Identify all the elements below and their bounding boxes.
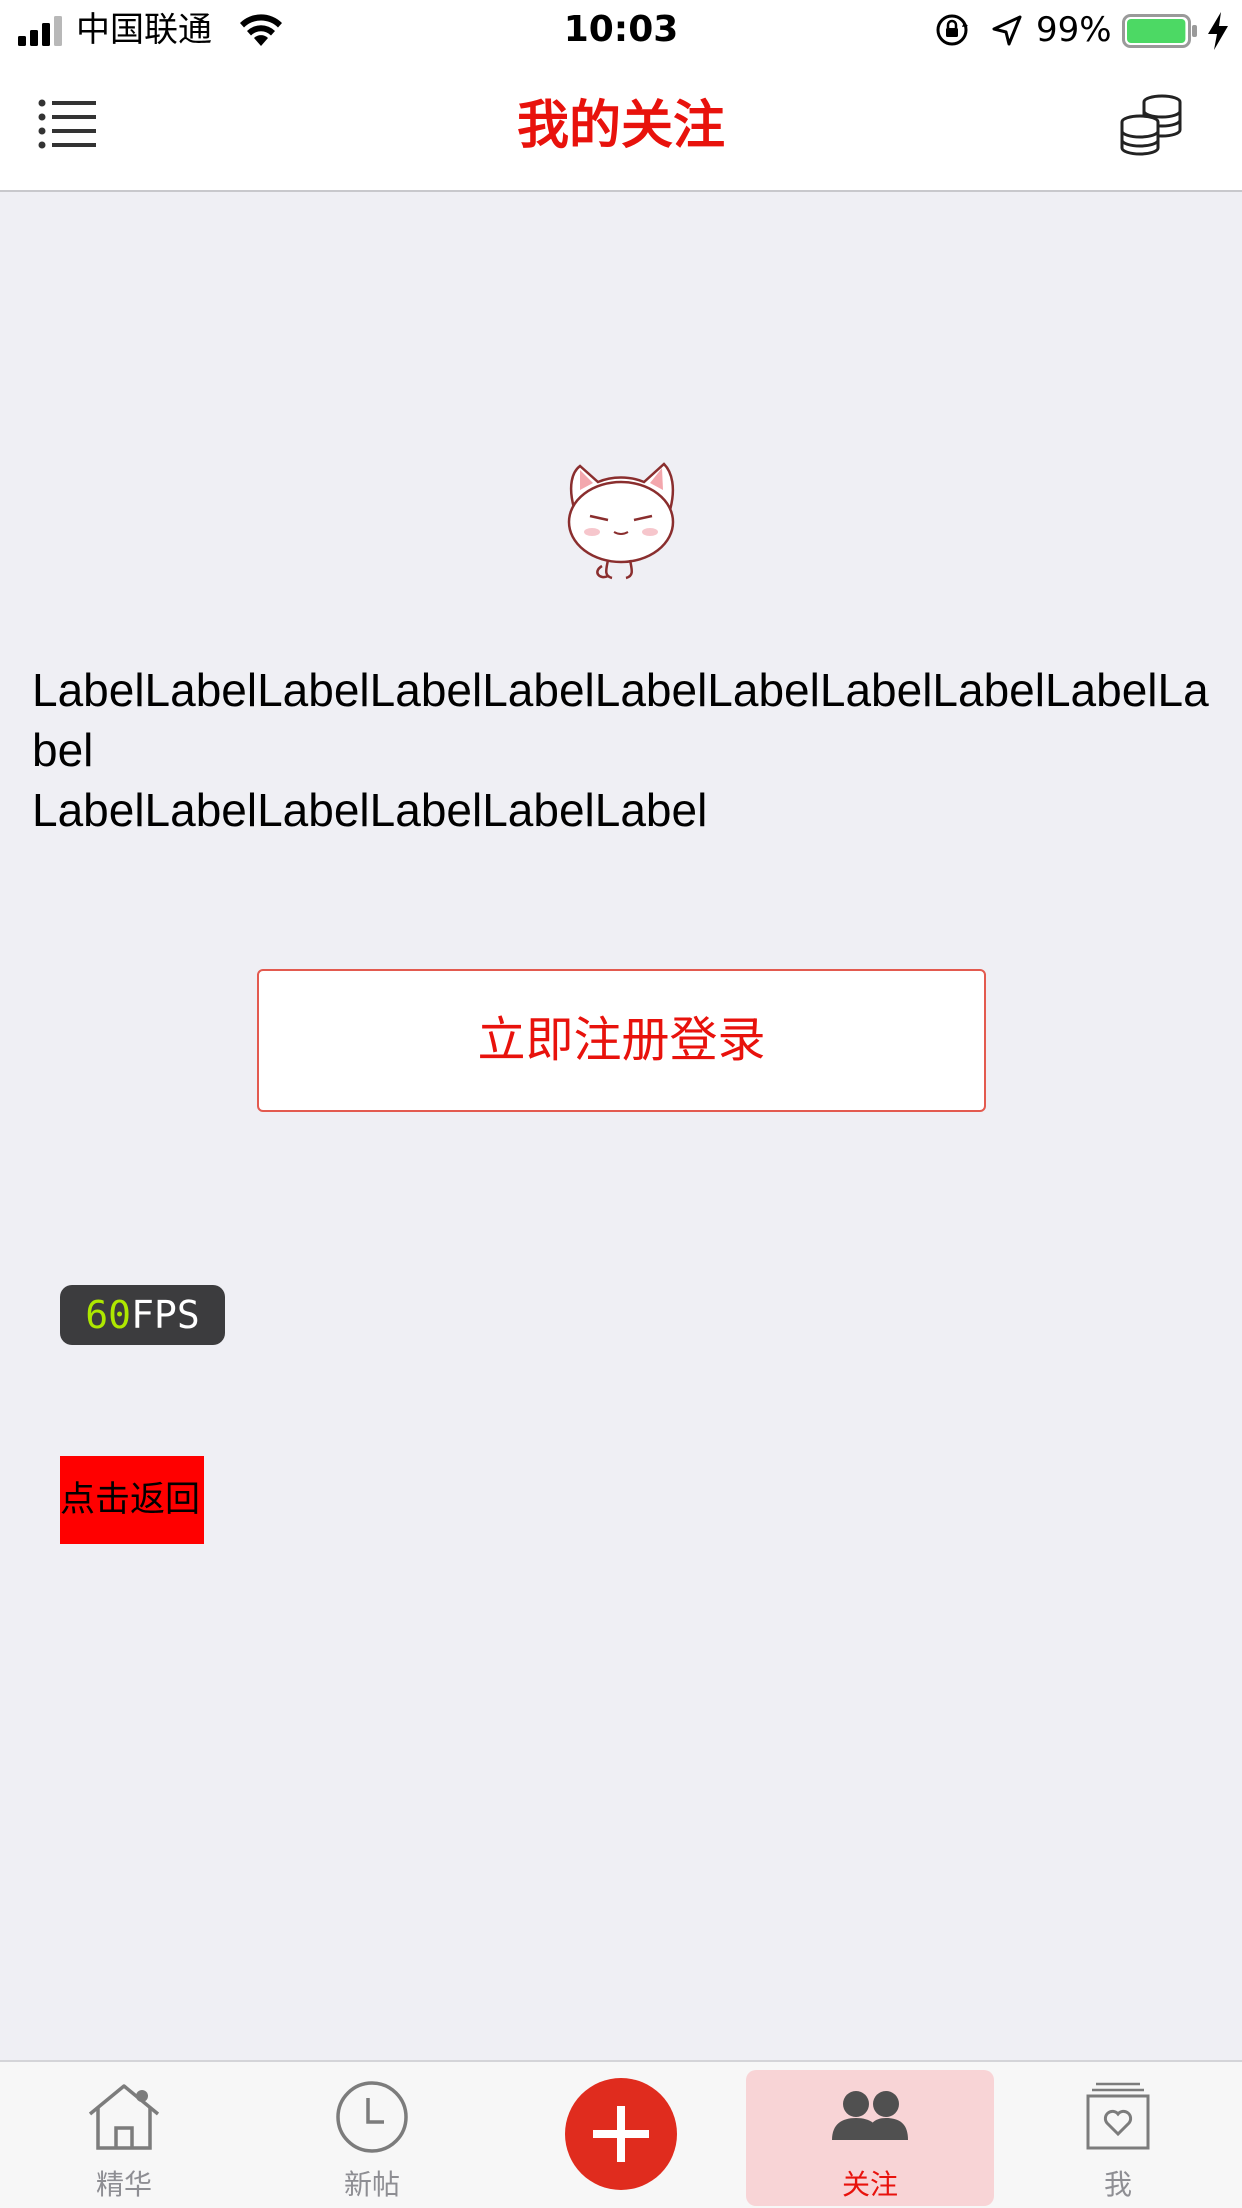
heart-frame-icon [1086,2082,1150,2150]
tab-label: 精华 [95,2168,152,2201]
publish-button[interactable] [565,2078,677,2190]
status-bar: 中国联通 10:03 99% [0,0,1242,60]
battery-percentage: 99% [1036,10,1112,50]
fps-value: 60 [85,1293,132,1337]
coins-stack-icon[interactable] [1118,94,1184,156]
wifi-icon [240,14,282,46]
battery-icon [1122,14,1197,48]
clock-icon [336,2081,408,2153]
house-icon [88,2084,160,2150]
tab-new-posts[interactable]: 新帖 [248,2062,496,2208]
page-title: 我的关注 [516,96,725,156]
tab-following[interactable]: 关注 [746,2062,994,2208]
menu-list-icon[interactable] [38,98,96,150]
location-arrow-icon [992,15,1022,46]
fps-indicator: 60FPS [60,1285,225,1345]
tab-bar: 精华 新帖 关注 我 [0,2060,1242,2208]
orientation-lock-icon [936,14,968,46]
label-text-block: LabelLabelLabelLabelLabelLabelLabelLabel… [32,660,1212,840]
carrier-name: 中国联通 [76,10,212,50]
label-line-2: LabelLabelLabelLabelLabelLabel [32,784,708,836]
people-icon [832,2091,908,2140]
cat-illustration [567,462,675,580]
label-line-1: LabelLabelLabelLabelLabelLabelLabelLabel… [32,664,1209,776]
navigation-bar: 我的关注 [0,60,1242,192]
tab-label: 新帖 [343,2168,400,2201]
tab-label: 关注 [841,2168,898,2201]
charging-bolt-icon [1208,12,1228,50]
back-button[interactable]: 点击返回 [60,1456,204,1544]
register-login-button[interactable]: 立即注册登录 [257,969,986,1112]
fps-unit: FPS [131,1293,200,1337]
cellular-signal-icon [18,16,62,46]
screen: 中国联通 10:03 99% 我的关注 LabelLabelLabelLabel… [0,0,1242,2208]
tab-me[interactable]: 我 [994,2062,1242,2208]
tab-essence[interactable]: 精华 [0,2062,248,2208]
plus-icon [593,2106,649,2162]
tab-label: 我 [1103,2168,1132,2201]
